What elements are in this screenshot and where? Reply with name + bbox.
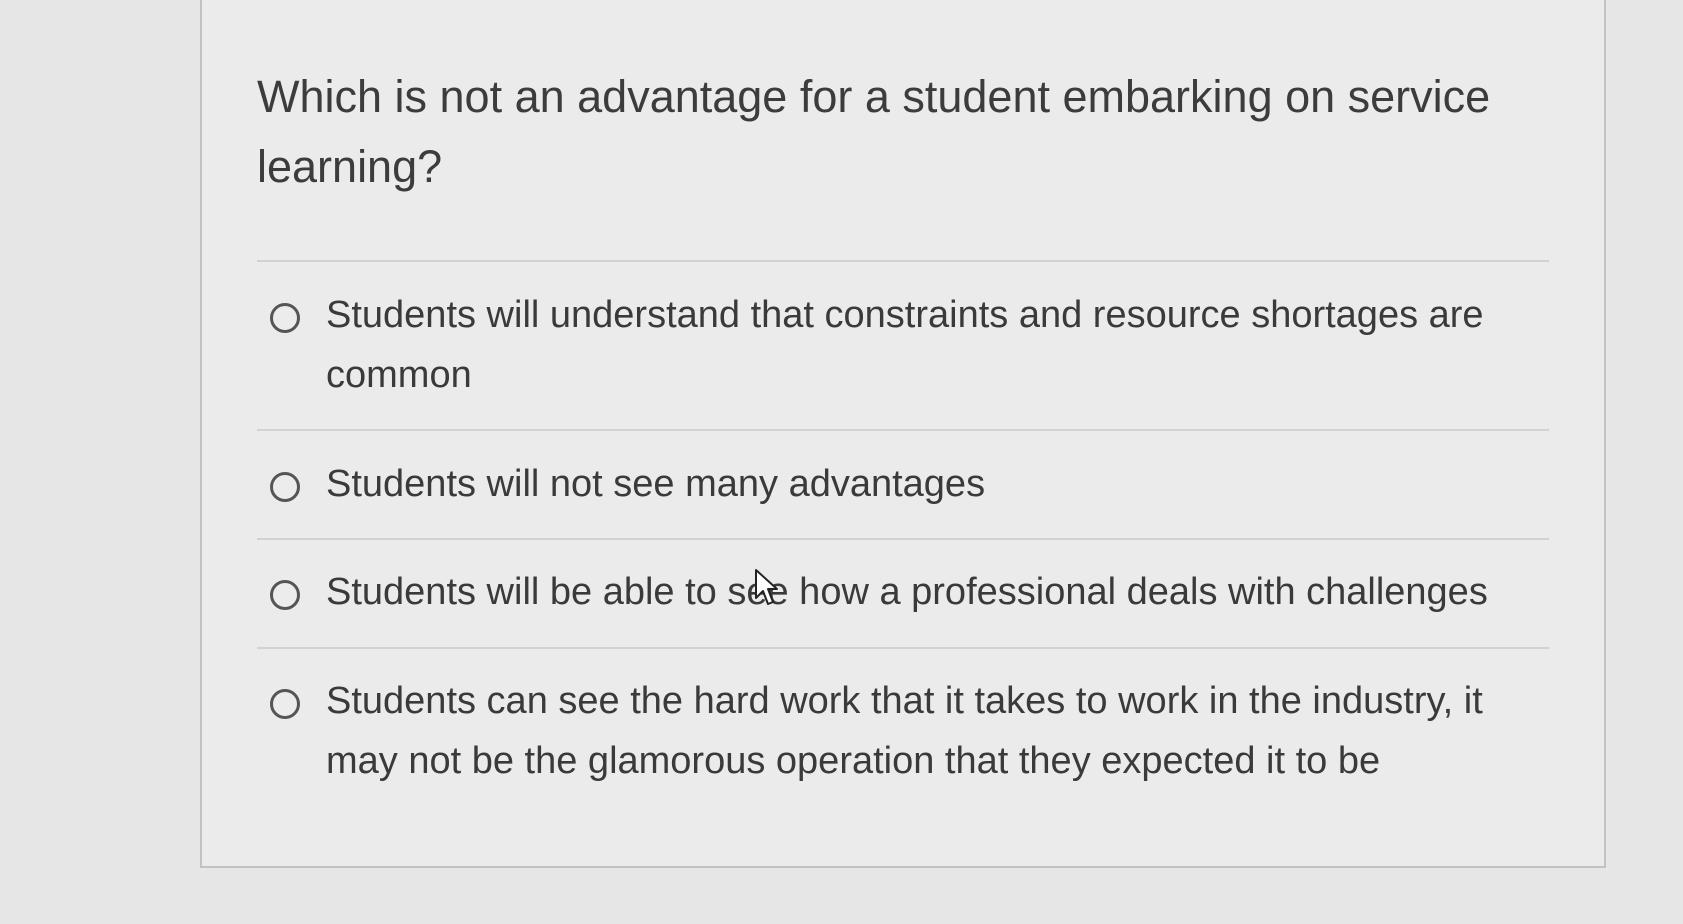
radio-button-icon[interactable] bbox=[270, 303, 300, 333]
divider bbox=[257, 429, 1549, 431]
divider bbox=[257, 538, 1549, 540]
option-label: Students can see the hard work that it t… bbox=[326, 680, 1483, 782]
option-label: Students will understand that constraint… bbox=[326, 294, 1484, 396]
radio-button-icon[interactable] bbox=[270, 472, 300, 502]
radio-button-icon[interactable] bbox=[270, 580, 300, 610]
question-card: Which is not an advantage for a student … bbox=[200, 0, 1606, 868]
mouse-pointer-icon bbox=[755, 569, 778, 605]
divider bbox=[257, 260, 1549, 262]
option-label: Students will be able to see how a profe… bbox=[326, 571, 1488, 613]
question-text: Which is not an advantage for a student … bbox=[257, 71, 1491, 192]
option-label: Students will not see many advantages bbox=[326, 463, 986, 505]
divider bbox=[257, 647, 1549, 649]
radio-button-icon[interactable] bbox=[270, 689, 300, 719]
